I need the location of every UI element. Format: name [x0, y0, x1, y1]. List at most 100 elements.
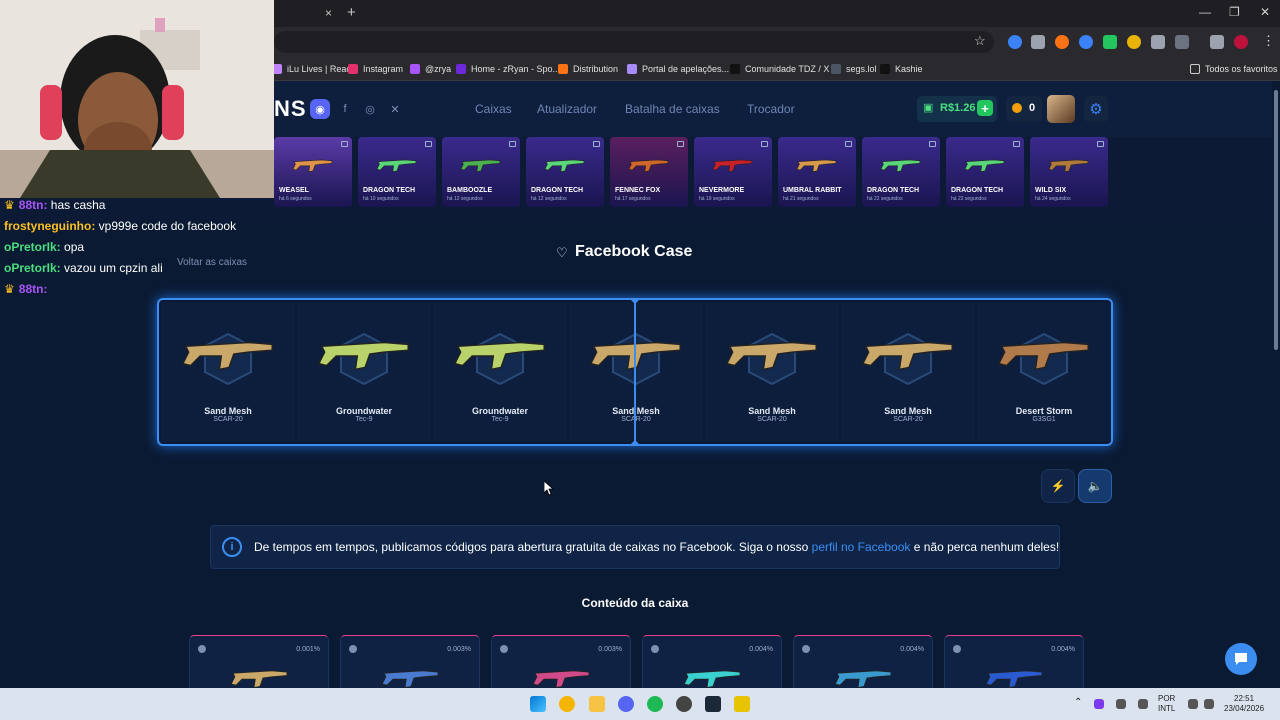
volume-icon[interactable]: [1204, 699, 1214, 709]
bookmark-item[interactable]: @zrya: [410, 61, 451, 77]
chrome-icon[interactable]: [559, 696, 575, 712]
x-icon[interactable]: ✕: [385, 99, 405, 119]
microphone-icon[interactable]: [1138, 699, 1148, 709]
spotify-icon[interactable]: [647, 696, 663, 712]
case-content-card[interactable]: 0.004%: [944, 635, 1084, 695]
scrollbar-thumb[interactable]: [1274, 90, 1278, 350]
profile-icon[interactable]: [1234, 35, 1248, 49]
recent-drop-card[interactable]: FENNEC FOX há 17 segundos: [610, 137, 688, 207]
case-content-card[interactable]: 0.003%: [340, 635, 480, 695]
discord-icon[interactable]: ◉: [310, 99, 330, 119]
item-weapon-name: Tec-9: [491, 416, 509, 423]
nav-caixas[interactable]: Caixas: [475, 102, 512, 116]
bookmark-item[interactable]: Kashie: [880, 61, 923, 77]
download-icon[interactable]: [1210, 35, 1224, 49]
all-bookmarks[interactable]: Todos os favoritos: [1190, 61, 1278, 77]
extension-icon[interactable]: [1055, 35, 1069, 49]
language-indicator[interactable]: POR INTL: [1158, 694, 1175, 714]
new-tab-button[interactable]: +: [347, 4, 356, 21]
fast-mode-lightning-icon[interactable]: ⚡: [1041, 469, 1075, 503]
recent-drop-card[interactable]: DRAGON TECH há 22 segundos: [946, 137, 1024, 207]
maximize-button[interactable]: ❐: [1229, 5, 1240, 19]
tray-chevron-up-icon[interactable]: ⌃: [1074, 697, 1082, 708]
chat-message: oPretorIk: vazou um cpzin ali: [4, 261, 163, 275]
recent-drop-card[interactable]: DRAGON TECH há 10 segundos: [358, 137, 436, 207]
obs-icon[interactable]: [676, 696, 692, 712]
info-icon[interactable]: [802, 645, 810, 653]
network-icon[interactable]: [1188, 699, 1198, 709]
info-icon[interactable]: [349, 645, 357, 653]
tray-discord-icon[interactable]: [1116, 699, 1126, 709]
extension-icon[interactable]: [1031, 35, 1045, 49]
nav-trocador[interactable]: Trocador: [747, 102, 795, 116]
recent-drop-card[interactable]: DRAGON TECH há 22 segundos: [862, 137, 940, 207]
drop-skin-name: FENNEC FOX: [615, 187, 661, 194]
tray-app-icon[interactable]: [1094, 699, 1104, 709]
card-menu-icon: [341, 141, 348, 147]
windows-start-icon[interactable]: [530, 696, 546, 712]
extension-icon[interactable]: [1079, 35, 1093, 49]
back-to-cases-link[interactable]: Voltar as caixas: [177, 257, 247, 268]
extension-icon[interactable]: [1151, 35, 1165, 49]
bookmark-item[interactable]: Comunidade TDZ / X: [730, 61, 829, 77]
bookmark-item[interactable]: Instagram: [348, 61, 403, 77]
extensions-puzzle-icon[interactable]: [1175, 35, 1189, 49]
heart-icon[interactable]: ♡: [556, 245, 568, 261]
case-content-card[interactable]: 0.001%: [189, 635, 329, 695]
info-icon[interactable]: [651, 645, 659, 653]
recent-drop-card[interactable]: NEVERMORE há 19 segundos: [694, 137, 772, 207]
add-balance-button[interactable]: +: [977, 100, 993, 116]
drop-time: há 6 segundos: [279, 196, 312, 202]
discord-taskbar-icon[interactable]: [618, 696, 634, 712]
recent-drop-card[interactable]: UMBRAL RABBIT há 21 segundos: [778, 137, 856, 207]
extension-icon[interactable]: [1103, 35, 1117, 49]
case-content-card[interactable]: 0.004%: [793, 635, 933, 695]
sound-speaker-icon[interactable]: 🔈: [1078, 469, 1112, 503]
recent-drop-card[interactable]: BAMBOOZLE há 12 segundos: [442, 137, 520, 207]
case-content-card[interactable]: 0.004%: [642, 635, 782, 695]
bookmark-item[interactable]: Distribution: [558, 61, 618, 77]
bookmark-item[interactable]: iLu Lives | React: [272, 61, 353, 77]
recent-drop-card[interactable]: DRAGON TECH há 12 segundos: [526, 137, 604, 207]
close-window-button[interactable]: ✕: [1260, 5, 1270, 19]
extension-icon[interactable]: [1127, 35, 1141, 49]
avatar[interactable]: [1047, 95, 1075, 123]
weapon-skin-icon: [1048, 151, 1090, 179]
info-icon[interactable]: [500, 645, 508, 653]
facebook-profile-link[interactable]: perfil no Facebook: [812, 540, 911, 554]
tab-close-icon[interactable]: ×: [325, 6, 332, 20]
drop-chance: 0.003%: [598, 646, 622, 653]
webcam-overlay: [0, 0, 274, 198]
file-explorer-icon[interactable]: [589, 696, 605, 712]
bookmark-item[interactable]: segs.lol: [831, 61, 877, 77]
recent-drop-card[interactable]: WEASEL há 6 segundos: [274, 137, 352, 207]
nav-batalha-de-caixas[interactable]: Batalha de caixas: [625, 102, 720, 116]
bookmark-label: Kashie: [895, 64, 923, 74]
facebook-icon[interactable]: f: [335, 99, 355, 119]
settings-gear-icon[interactable]: ⚙: [1084, 96, 1108, 122]
bookmark-star-icon[interactable]: ☆: [974, 33, 986, 49]
app-icon[interactable]: [734, 696, 750, 712]
steam-icon[interactable]: [705, 696, 721, 712]
case-content-card[interactable]: 0.003%: [491, 635, 631, 695]
item-weapon-name: G3SG1: [1032, 416, 1056, 423]
instagram-icon[interactable]: ◎: [360, 99, 380, 119]
info-icon[interactable]: [953, 645, 961, 653]
site-logo[interactable]: NS: [274, 96, 307, 122]
clock[interactable]: 22:51 23/04/2026: [1224, 694, 1264, 714]
drop-skin-name: DRAGON TECH: [531, 187, 584, 194]
extension-icon[interactable]: [1008, 35, 1022, 49]
chat-username: oPretorIk:: [4, 240, 61, 254]
bookmark-favicon-icon: [627, 64, 637, 74]
minimize-button[interactable]: —: [1199, 5, 1211, 19]
info-icon[interactable]: [198, 645, 206, 653]
bookmark-item[interactable]: Home - zRyan - Spo...: [456, 61, 560, 77]
menu-icon[interactable]: ⋮: [1262, 33, 1275, 49]
item-weapon-name: SCAR-20: [757, 416, 787, 423]
recent-drop-card[interactable]: WILD SIX há 24 segundos: [1030, 137, 1108, 207]
support-chat-icon[interactable]: [1225, 643, 1257, 675]
bookmark-item[interactable]: Portal de apelações...: [627, 61, 729, 77]
nav-atualizador[interactable]: Atualizador: [537, 102, 597, 116]
weapon-skin-icon: [589, 320, 685, 388]
address-bar[interactable]: [274, 31, 994, 53]
